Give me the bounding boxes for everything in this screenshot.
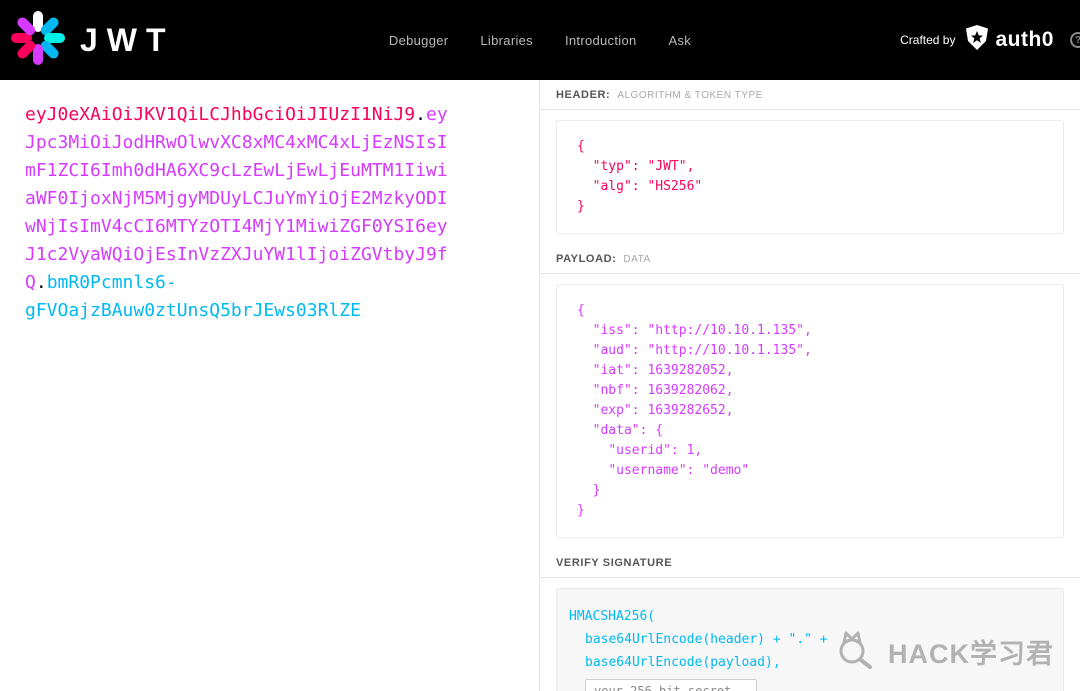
secret-input[interactable] [585, 679, 757, 691]
header-section-title: HEADER: ALGORITHM & TOKEN TYPE [540, 80, 1080, 110]
debugger-body: eyJ0eXAiOiJKV1QiLCJhbGciOiJIUzI1NiJ9.eyJ… [0, 80, 1080, 691]
payload-sublabel: DATA [623, 254, 651, 265]
nav-item-introduction[interactable]: Introduction [565, 33, 637, 48]
header-label: HEADER: [556, 89, 611, 101]
payload-json-editor[interactable]: { "iss": "http://10.10.1.135", "aud": "h… [556, 284, 1064, 538]
auth0-shield-icon [965, 24, 989, 56]
help-icon[interactable]: ? [1070, 32, 1080, 48]
jwt-logo[interactable]: JWT [0, 10, 175, 71]
token-dot-2: . [35, 272, 47, 293]
crafted-by-group: Crafted by auth0 ? [900, 0, 1080, 80]
token-payload-part: eyJpc3MiOiJodHRwOlwvXC8xMC4xMC4xLjEzNSIs… [25, 104, 448, 293]
encoded-token[interactable]: eyJ0eXAiOiJKV1QiLCJhbGciOiJIUzI1NiJ9.eyJ… [25, 101, 455, 325]
header-json: { "typ": "JWT", "alg": "HS256" } [577, 139, 703, 214]
payload-json: { "iss": "http://10.10.1.135", "aud": "h… [577, 303, 812, 518]
payload-section-title: PAYLOAD: DATA [540, 244, 1080, 274]
main-nav: Debugger Libraries Introduction Ask [389, 0, 691, 80]
token-dot-1: . [415, 104, 426, 125]
token-header-part: eyJ0eXAiOiJKV1QiLCJhbGciOiJIUzI1NiJ9 [25, 104, 416, 125]
jwt-debugger-page: JWT Debugger Libraries Introduction Ask … [0, 0, 1080, 691]
header-json-editor[interactable]: { "typ": "JWT", "alg": "HS256" } [556, 120, 1064, 234]
auth0-link[interactable]: auth0 [965, 24, 1054, 56]
payload-label: PAYLOAD: [556, 253, 617, 265]
navbar: JWT Debugger Libraries Introduction Ask … [0, 0, 1080, 80]
jwt-logo-text: JWT [80, 21, 175, 58]
verify-signature-title: VERIFY SIGNATURE [540, 548, 1080, 578]
hmac-line-2: base64UrlEncode(header) + "." + [585, 632, 828, 647]
verify-signature-box: HMACSHA256( base64UrlEncode(header) + ".… [556, 588, 1064, 691]
crafted-by-label: Crafted by [900, 33, 956, 47]
decoded-panel: HEADER: ALGORITHM & TOKEN TYPE { "typ": … [540, 80, 1080, 691]
jwt-pinwheel-icon [10, 10, 66, 71]
nav-item-debugger[interactable]: Debugger [389, 33, 449, 48]
verify-label: VERIFY SIGNATURE [556, 557, 673, 569]
auth0-wordmark: auth0 [995, 28, 1054, 51]
header-sublabel: ALGORITHM & TOKEN TYPE [617, 90, 763, 101]
hmac-line-3: base64UrlEncode(payload), [585, 655, 781, 670]
nav-item-ask[interactable]: Ask [669, 33, 692, 48]
nav-item-libraries[interactable]: Libraries [480, 33, 533, 48]
token-signature-part: bmR0Pcmnls6-gFVOajzBAuw0ztUnsQ5brJEws03R… [25, 272, 361, 321]
hmac-line-1: HMACSHA256( [569, 609, 656, 624]
encoded-panel: eyJ0eXAiOiJKV1QiLCJhbGciOiJIUzI1NiJ9.eyJ… [0, 80, 540, 691]
